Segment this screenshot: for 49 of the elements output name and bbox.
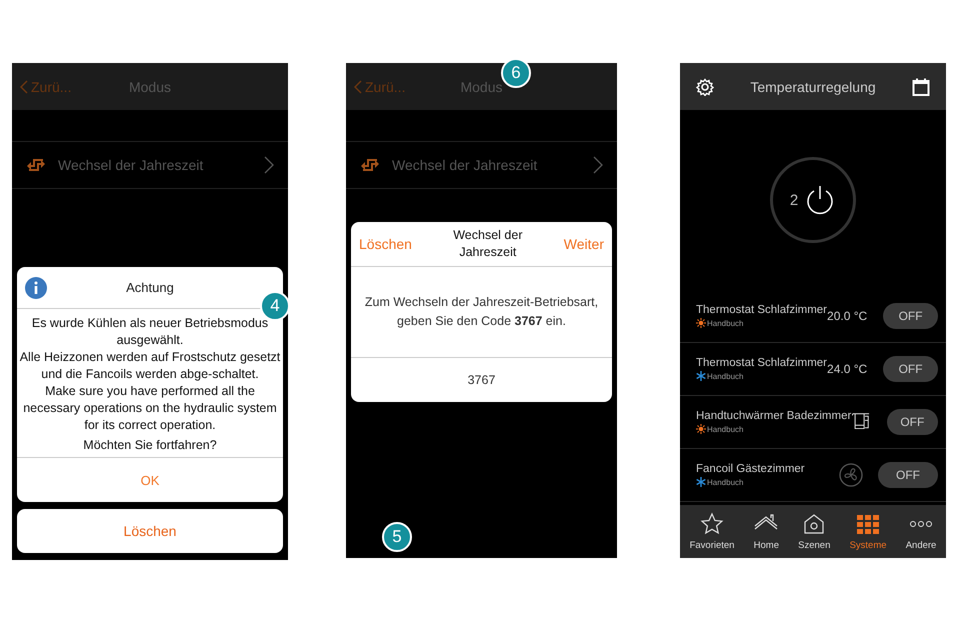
chevron-right-icon (593, 156, 603, 174)
zone-name: Thermostat Schlafzimmer (696, 304, 828, 316)
off-button[interactable]: OFF (886, 409, 938, 435)
zone-row[interactable]: Handtuchwärmer Badezimmer Handbuch OFF (680, 396, 946, 449)
house-gear-icon (802, 512, 826, 536)
step-number-badge: 5 (382, 522, 412, 552)
grid-icon (856, 512, 880, 536)
item-label: Wechsel der Jahreszeit (392, 157, 538, 173)
zone-row[interactable]: Fancoil Gästezimmer Handbuch OFF (680, 449, 946, 502)
fan-icon (838, 462, 864, 488)
temperature-value: 20.0 °C (827, 309, 868, 323)
dialog-title: Wechsel der Jahreszeit (452, 227, 524, 261)
code-field[interactable]: 3767 (351, 358, 612, 402)
item-label: Wechsel der Jahreszeit (58, 157, 204, 173)
info-icon (25, 276, 47, 298)
off-button[interactable]: OFF (883, 303, 938, 329)
nav-tab[interactable]: Favorieten (688, 512, 736, 551)
nav-tab[interactable]: Home (752, 512, 781, 551)
dots-icon (909, 520, 934, 528)
nav-tab[interactable]: Andere (904, 512, 938, 551)
dial-value: 2 (790, 192, 798, 208)
settings-icon[interactable] (696, 78, 714, 96)
mode-label: Handbuch (707, 424, 744, 434)
zone-name: Handtuchwärmer Badezimmer (696, 410, 852, 422)
star-icon (700, 512, 724, 536)
nav-tab[interactable]: Szenen (796, 512, 832, 551)
screen-title: Modus (460, 78, 503, 94)
screen-title: Temperaturregelung (750, 78, 876, 94)
off-button[interactable]: OFF (878, 462, 938, 488)
screen-title: Modus (128, 78, 172, 94)
zone-name: Fancoil Gästezimmer (696, 463, 806, 475)
dialog-message: Zum Wechseln der Jahreszeit-Betriebsart, geben Sie den Code 3767 ein. (364, 294, 600, 330)
nav-tab[interactable]: Systeme (848, 512, 889, 551)
mode-label: Handbuch (707, 372, 744, 380)
mode-label: Handbuch (707, 478, 744, 486)
chevron-left-icon (20, 80, 28, 94)
chevron-left-icon (354, 80, 362, 94)
calendar-icon[interactable] (912, 78, 930, 96)
chevron-right-icon (264, 156, 274, 174)
power-dial[interactable]: 2 (770, 157, 856, 243)
dialog-message: Alle Heizzonen werden auf Frostschutz gesetzt und die Fancoils werden abge-schaltet. (19, 349, 281, 383)
mode-label: Handbuch (707, 318, 744, 328)
dialog-question: Möchten Sie fortfahren? (17, 434, 283, 458)
dialog-title: Achtung (125, 280, 175, 295)
off-button[interactable]: OFF (883, 356, 938, 382)
temperature-value: 24.0 °C (827, 362, 868, 376)
dialog-message: Make sure you have performed all the necessary operations on the hydraulic system for its correct operation. (22, 383, 278, 434)
zone-name: Thermostat Schlafzimmer (696, 357, 828, 369)
step-number-badge: 4 (260, 291, 290, 321)
